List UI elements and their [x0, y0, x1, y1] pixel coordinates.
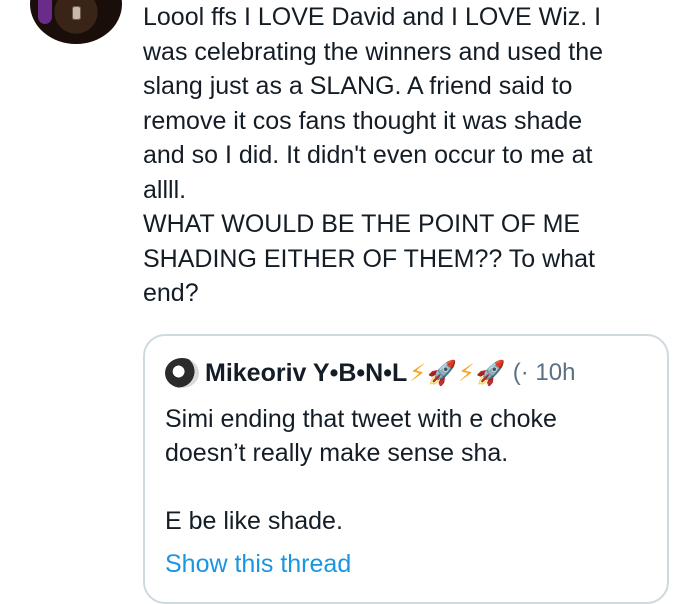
- tweet-line: and so I did. It didn't even occur to me…: [143, 141, 593, 169]
- quoted-tweet-line: E be like shade.: [165, 507, 343, 535]
- tweet-line: Loool ffs I LOVE David and I LOVE Wiz. I: [143, 3, 602, 31]
- lightning-icon: ⚡: [409, 359, 428, 387]
- tweet-line: WHAT WOULD BE THE POINT OF ME: [143, 210, 581, 238]
- tweet-line: SHADING EITHER OF THEM?? To what: [143, 244, 595, 273]
- tweet-line: was celebrating the winners and used the: [143, 37, 604, 66]
- quoted-tweet-header: Mikeoriv Y•B•N•L ⚡🚀⚡🚀 (· 10h: [165, 358, 575, 388]
- quoted-tweet-line: doesn’t really make sense sha.: [165, 439, 509, 467]
- tweet-text: Loool ffs I LOVE David and I LOVE Wiz. I…: [143, 0, 683, 311]
- rocket-icon: 🚀: [427, 359, 458, 387]
- lightning-icon: ⚡: [457, 359, 476, 387]
- tweet-line: remove it cos fans thought it was shade: [143, 106, 583, 135]
- quoted-author-avatar[interactable]: [165, 358, 199, 388]
- quoted-tweet-card[interactable]: Mikeoriv Y•B•N•L ⚡🚀⚡🚀 (· 10h Simi ending…: [143, 334, 669, 604]
- tweet-line: slang just as a SLANG. A friend said to: [143, 72, 573, 100]
- avatar-earring: [72, 6, 81, 20]
- tweet-line: end?: [143, 279, 199, 307]
- tweet-line: allll.: [143, 175, 187, 204]
- quoted-tweet-line: Simi ending that tweet with e choke: [165, 405, 557, 433]
- quoted-tweet-timestamp[interactable]: (· 10h: [513, 359, 576, 387]
- avatar-accent: [38, 0, 52, 24]
- show-thread-link[interactable]: Show this thread: [165, 550, 351, 579]
- author-avatar[interactable]: [30, 0, 122, 44]
- quoted-author-name[interactable]: Mikeoriv Y•B•N•L: [205, 359, 407, 388]
- author-emoji-group: ⚡🚀⚡🚀: [409, 359, 507, 388]
- quoted-tweet-text: Simi ending that tweet with e choke does…: [165, 402, 655, 538]
- rocket-icon: 🚀: [475, 359, 507, 387]
